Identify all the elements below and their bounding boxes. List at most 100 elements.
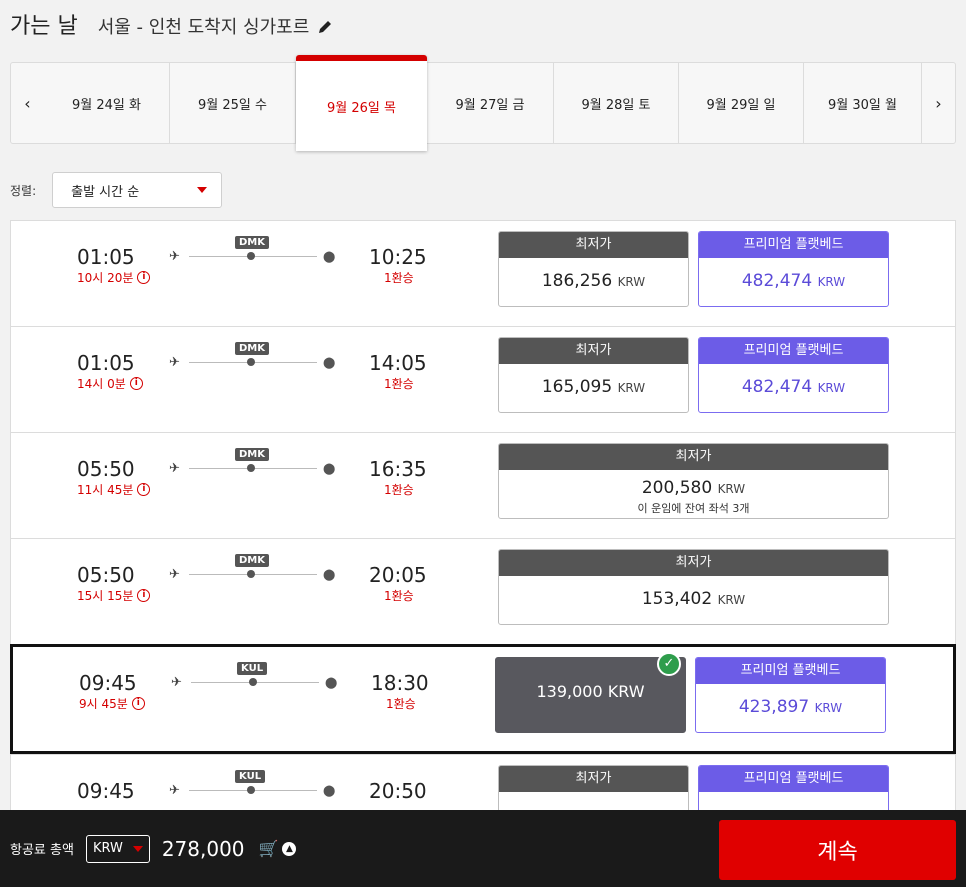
fare-head: 프리미엄 플랫베드 [699, 338, 888, 364]
departure-time: 01:05 [77, 245, 135, 269]
route-summary: 서울 - 인천 도착지 싱가포르 [97, 17, 310, 38]
continue-button[interactable]: 계속 [719, 820, 956, 880]
caret-down-icon [197, 187, 208, 193]
fare-price: 200,580 KRW [641, 478, 746, 498]
page-header: 가는 날 서울 - 인천 도착지 싱가포르 [10, 8, 333, 40]
flight-row[interactable]: 01:05 10시 20분 i ✈ DMK ⬤ 10:25 1환승 최저가 186… [10, 220, 956, 326]
date-tab-selected[interactable]: 9월 26일 목 [296, 55, 427, 151]
total-label: 항공료 총액 [10, 843, 74, 858]
stopover-badge: DMK [235, 448, 270, 461]
departure-time: 09:45 [77, 779, 135, 803]
destination-pin-icon: ⬤ [325, 676, 338, 689]
info-icon[interactable]: i [137, 483, 151, 496]
date-tab[interactable]: 9월 30일 월 [804, 63, 922, 143]
stopover-dot [247, 786, 255, 794]
date-tab[interactable]: 9월 24일 화 [44, 63, 170, 143]
fare-price: 482,474 KRW [741, 377, 846, 397]
fare-head: 최저가 [499, 766, 688, 792]
destination-pin-icon: ⬤ [323, 250, 336, 263]
fare-head: 최저가 [499, 550, 888, 576]
stopover-dot [247, 464, 255, 472]
arrival-time: 20:05 [369, 563, 427, 587]
fare-price: 482,474 KRW [741, 271, 846, 291]
departure-time: 05:50 [77, 457, 135, 481]
arrival-time: 18:30 [371, 671, 429, 695]
stops-count: 1환승 [384, 377, 414, 391]
info-icon[interactable]: i [129, 377, 143, 390]
edit-pencil-icon[interactable] [317, 19, 333, 35]
flight-duration: 14시 0분 i [77, 375, 143, 392]
date-tab[interactable]: 9월 29일 일 [679, 63, 804, 143]
stopover-dot [249, 678, 257, 686]
cart-icon[interactable]: 🛒 [259, 839, 279, 858]
stopover-dot [247, 252, 255, 260]
date-tab[interactable]: 9월 25일 수 [170, 63, 296, 143]
stopover-badge: DMK [235, 236, 270, 249]
chevron-up-icon[interactable]: ▲ [282, 841, 297, 856]
fare-price: 423,897 KRW [738, 697, 843, 717]
currency-select[interactable]: KRW [85, 834, 150, 863]
fare-head: 프리미엄 플랫베드 [696, 658, 885, 684]
flight-duration: 11시 45분 i [77, 481, 151, 498]
arrival-time: 20:50 [369, 779, 427, 803]
departure-time: 01:05 [77, 351, 135, 375]
plane-icon: ✈ [169, 249, 180, 264]
date-tab[interactable]: 9월 27일 금 [427, 63, 554, 143]
fare-price: 139,000 KRW [536, 682, 645, 701]
next-dates-chevron-right-icon[interactable]: › [922, 63, 955, 143]
sort-dropdown[interactable]: 출발 시간 순 [52, 172, 223, 208]
date-selector: ‹ 9월 24일 화 9월 25일 수 9월 26일 목 9월 27일 금 9월… [10, 55, 956, 151]
flight-row[interactable]: 05:50 15시 15분 i ✈ DMK ⬤ 20:05 1환승 최저가 153… [10, 538, 956, 644]
currency-value: KRW [92, 841, 123, 856]
sort-label: 정렬: [10, 183, 37, 198]
destination-pin-icon: ⬤ [323, 356, 336, 369]
fare-lowest[interactable]: 최저가 200,580 KRW 이 운임에 잔여 좌석 3개 [498, 443, 889, 519]
info-icon[interactable]: i [137, 589, 151, 602]
stopover-badge: DMK [235, 554, 270, 567]
fare-price: 165,095 KRW [541, 377, 646, 397]
plane-icon: ✈ [171, 675, 182, 690]
info-icon[interactable]: i [131, 697, 145, 710]
flight-row[interactable]: 01:05 14시 0분 i ✈ DMK ⬤ 14:05 1환승 최저가 165,… [10, 326, 956, 432]
stops-count: 1환승 [384, 483, 414, 497]
stops-count: 1환승 [384, 271, 414, 285]
destination-pin-icon: ⬤ [323, 568, 336, 581]
destination-pin-icon: ⬤ [323, 462, 336, 475]
page-title: 가는 날 [10, 14, 78, 39]
arrival-time: 16:35 [369, 457, 427, 481]
flight-row-selected[interactable]: 09:45 9시 45분 i ✈ KUL ⬤ 18:30 1환승 139,000 … [10, 644, 956, 754]
fare-premium[interactable]: 프리미엄 플랫베드 482,474 KRW [698, 231, 889, 307]
fare-price: 186,256 KRW [541, 271, 646, 291]
checkmark-icon: ✓ [657, 652, 681, 676]
flight-duration: 15시 15분 i [77, 587, 151, 604]
fare-head: 최저가 [499, 444, 888, 470]
arrival-time: 14:05 [369, 351, 427, 375]
fare-lowest[interactable]: 최저가 165,095 KRW [498, 337, 689, 413]
flight-duration: 9시 45분 i [79, 695, 145, 712]
flight-row[interactable]: 05:50 11시 45분 i ✈ DMK ⬤ 16:35 1환승 최저가 200… [10, 432, 956, 538]
prev-dates-chevron-left-icon[interactable]: ‹ [11, 63, 44, 143]
date-tab[interactable]: 9월 28일 토 [554, 63, 679, 143]
seats-remaining: 이 운임에 잔여 좌석 3개 [637, 502, 750, 515]
fare-premium[interactable]: 프리미엄 플랫베드 482,474 KRW [698, 337, 889, 413]
stops-count: 1환승 [386, 697, 416, 711]
fare-head: 프리미엄 플랫베드 [699, 766, 888, 792]
fare-price: 153,402 KRW [641, 589, 746, 609]
stopover-badge: KUL [237, 662, 268, 675]
fare-head: 최저가 [499, 232, 688, 258]
plane-icon: ✈ [169, 355, 180, 370]
fare-lowest[interactable]: 최저가 186,256 KRW [498, 231, 689, 307]
fare-lowest[interactable]: 최저가 153,402 KRW [498, 549, 889, 625]
destination-pin-icon: ⬤ [323, 784, 336, 797]
sort-value: 출발 시간 순 [71, 184, 140, 200]
plane-icon: ✈ [169, 567, 180, 582]
fare-head: 최저가 [499, 338, 688, 364]
arrival-time: 10:25 [369, 245, 427, 269]
total-footer: 항공료 총액 KRW 278,000 🛒 ▲ 계속 [0, 810, 966, 887]
fare-premium[interactable]: 프리미엄 플랫베드 423,897 KRW [695, 657, 886, 733]
departure-time: 09:45 [79, 671, 137, 695]
flight-list: 01:05 10시 20분 i ✈ DMK ⬤ 10:25 1환승 최저가 186… [10, 220, 956, 860]
info-icon[interactable]: i [137, 271, 151, 284]
fare-head: 프리미엄 플랫베드 [699, 232, 888, 258]
plane-icon: ✈ [169, 461, 180, 476]
